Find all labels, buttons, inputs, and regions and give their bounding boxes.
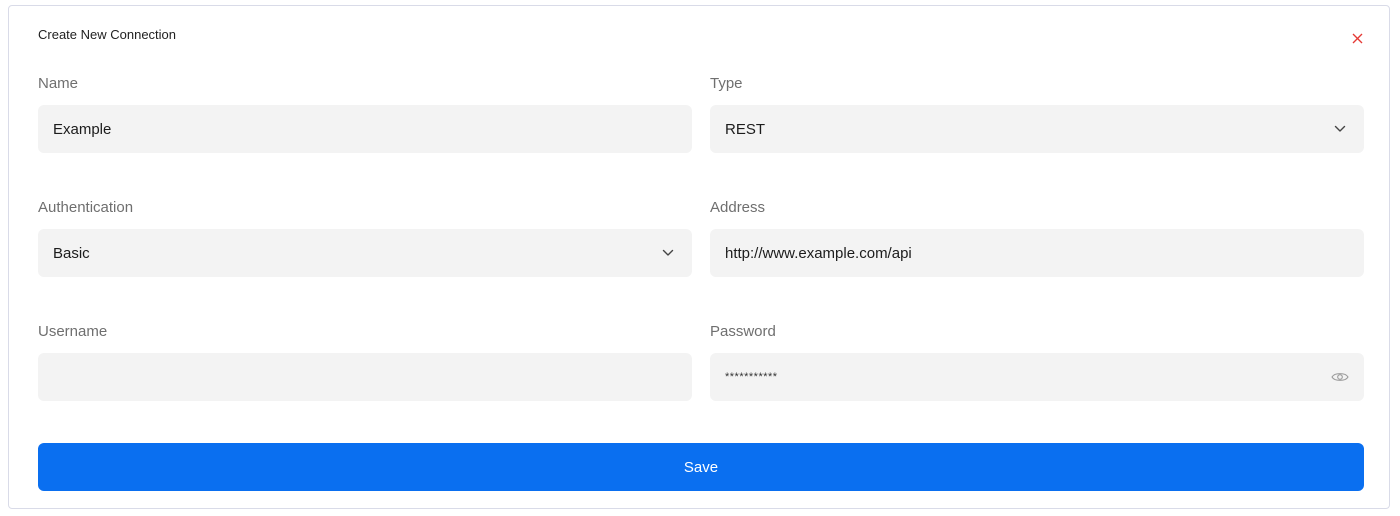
save-button[interactable]: Save bbox=[38, 443, 1364, 491]
dialog-title: Create New Connection bbox=[38, 27, 177, 42]
username-label: Username bbox=[38, 323, 108, 340]
address-label: Address bbox=[710, 199, 766, 216]
close-icon[interactable] bbox=[1349, 30, 1365, 46]
name-label: Name bbox=[38, 75, 79, 92]
name-value: Example bbox=[53, 120, 112, 138]
create-connection-dialog: Create New Connection Name Example Type … bbox=[8, 5, 1390, 509]
password-label: Password bbox=[710, 323, 776, 340]
address-input[interactable]: http://www.example.com/api bbox=[710, 229, 1364, 277]
authentication-select[interactable]: Basic bbox=[38, 229, 692, 277]
name-input[interactable]: Example bbox=[38, 105, 692, 153]
type-select[interactable]: REST bbox=[710, 105, 1364, 153]
password-input[interactable]: *********** bbox=[710, 353, 1364, 401]
chevron-down-icon bbox=[1330, 119, 1350, 139]
eye-icon[interactable] bbox=[1330, 367, 1350, 387]
username-input[interactable] bbox=[38, 353, 692, 401]
address-value: http://www.example.com/api bbox=[725, 244, 912, 262]
type-label: Type bbox=[710, 75, 743, 92]
authentication-value: Basic bbox=[53, 244, 90, 262]
authentication-label: Authentication bbox=[38, 199, 134, 216]
chevron-down-icon bbox=[658, 243, 678, 263]
type-value: REST bbox=[725, 120, 766, 138]
password-value: *********** bbox=[725, 371, 778, 383]
